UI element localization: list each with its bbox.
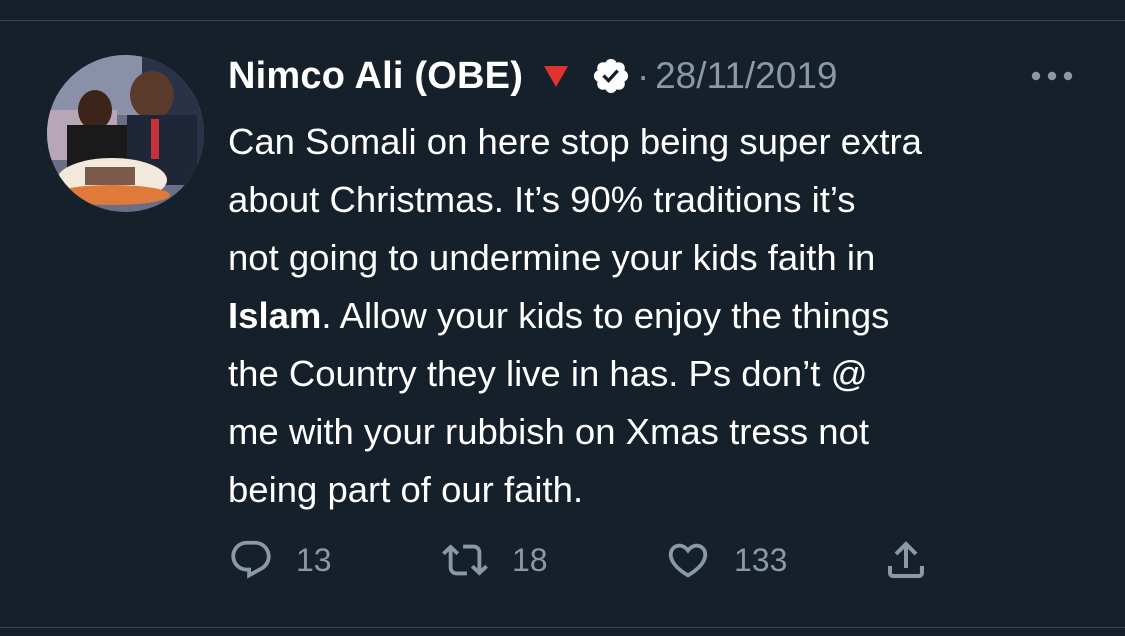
tweet-text: Can Somali on here stop being super extr… xyxy=(228,113,1108,519)
tweet-line: me with your rubbish on Xmas tress not xyxy=(228,411,870,452)
tweet-line: Can Somali on here stop being super extr… xyxy=(228,121,922,162)
tweet-actions: 13 18 133 xyxy=(0,534,1125,586)
red-triangle-icon xyxy=(543,63,569,89)
tweet-line: about Christmas. It’s 90% traditions it’… xyxy=(228,179,856,220)
avatar[interactable] xyxy=(47,55,204,212)
share-icon xyxy=(888,541,924,578)
author-name[interactable]: Nimco Ali (OBE) xyxy=(228,55,523,98)
retweet-icon xyxy=(442,544,488,576)
like-button[interactable]: 133 xyxy=(664,534,787,586)
tweet-line: being part of our faith. xyxy=(228,469,584,510)
heart-icon xyxy=(668,543,708,578)
reply-count: 13 xyxy=(296,541,332,578)
tweet-line: the Country they live in has. Ps don’t @ xyxy=(228,353,868,394)
tweet-header: Nimco Ali (OBE) · 28/11/2019 xyxy=(228,52,838,100)
tweet-line-rest: . Allow your kids to enjoy the things xyxy=(321,295,890,336)
retweet-button[interactable]: 18 xyxy=(440,534,548,586)
reply-icon xyxy=(231,540,271,579)
like-count: 133 xyxy=(734,541,788,578)
tweet-date[interactable]: 28/11/2019 xyxy=(655,55,837,97)
avatar-photo xyxy=(47,55,204,212)
tweet-line: Islam. Allow your kids to enjoy the thin… xyxy=(228,287,1108,345)
more-options-icon[interactable] xyxy=(1028,64,1076,88)
retweet-count: 18 xyxy=(512,541,548,578)
share-button[interactable] xyxy=(882,534,930,586)
tweet-line: not going to undermine your kids faith i… xyxy=(228,237,876,278)
reply-button[interactable]: 13 xyxy=(228,534,332,586)
top-divider xyxy=(0,20,1125,21)
bold-word: Islam xyxy=(228,295,322,336)
bottom-divider xyxy=(0,627,1125,628)
verified-badge-icon xyxy=(591,56,631,96)
separator-dot: · xyxy=(637,55,650,96)
